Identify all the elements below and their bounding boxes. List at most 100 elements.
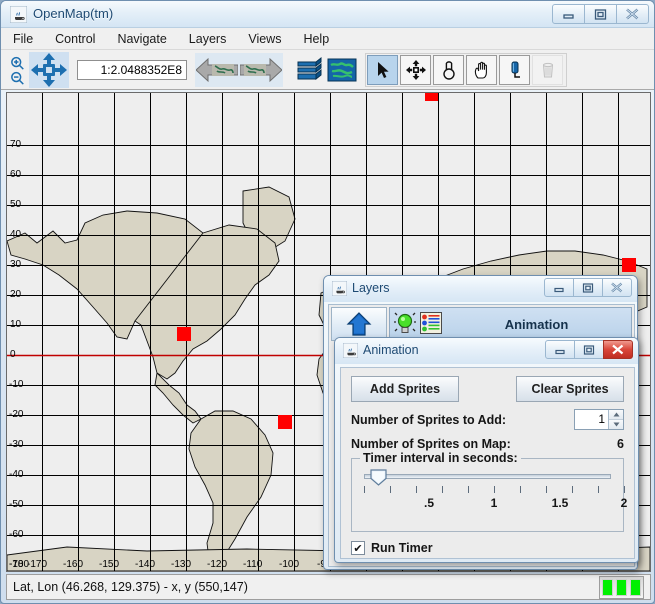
lat-label: 50 [10,199,22,210]
status-light [630,578,641,596]
layers-maximize-button[interactable] [573,278,603,297]
lit-lightbulb-icon[interactable] [394,310,416,339]
slider-label: 1 [490,496,498,510]
navigate-back-icon[interactable] [195,52,239,87]
sprite-marker[interactable] [278,415,292,429]
animation-maximize-button[interactable] [574,340,604,359]
number-to-add-value[interactable]: 1 [575,410,608,429]
menu-views[interactable]: Views [246,31,283,47]
animation-minimize-button[interactable] [545,340,575,359]
window-titlebar[interactable]: OpenMap(tm) [1,1,654,28]
run-timer-label: Run Timer [371,541,433,555]
menu-help[interactable]: Help [301,31,331,47]
animation-dialog-titlebar[interactable]: Animation [335,338,638,364]
animation-close-button[interactable] [603,340,633,359]
slider-track[interactable] [364,474,611,479]
slider-label: 1.5 [551,496,569,510]
layer-name-label: Animation [504,316,569,332]
number-to-add-spinner[interactable]: 1 [574,409,624,430]
lat-label: 70 [10,139,22,150]
pan-directional-pad-icon[interactable] [29,51,69,88]
tool-palette [365,52,567,87]
number-on-map-row: Number of Sprites on Map: 6 [351,437,624,451]
maximize-button[interactable] [584,4,617,24]
add-sprites-button[interactable]: Add Sprites [351,376,459,402]
navigate-forward-icon[interactable] [239,52,283,87]
window-title: OpenMap(tm) [33,6,114,21]
status-bar: Lat, Lon (46.268, 129.375) - x, y (550,1… [6,574,651,600]
spinner-arrows [608,410,623,429]
slider-tick [546,486,547,493]
slider-tick [442,486,443,493]
run-timer-checkbox[interactable]: ✔ [351,541,365,555]
clear-sprites-button[interactable]: Clear Sprites [516,376,624,402]
lat-label: -60 [9,529,24,540]
layer-palette-icon[interactable] [420,311,442,337]
lon-label: -100 [279,559,300,570]
animation-panel: Add Sprites Clear Sprites Number of Spri… [340,367,635,559]
lat-label: -30 [9,439,24,450]
lat-label: -10 [9,379,24,390]
slider-tick [390,486,391,493]
layer-list-item-animation[interactable]: Animation [389,307,632,341]
lon-label: -170 [27,559,48,570]
status-coordinates: Lat, Lon (46.268, 129.375) - x, y (550,1… [13,580,248,594]
pan-tool[interactable] [400,54,431,85]
lat-label: 60 [10,169,22,180]
world-map-icon[interactable] [325,54,359,86]
minimize-button[interactable] [552,4,585,24]
close-button[interactable] [616,4,649,24]
distance-tool[interactable] [433,54,464,85]
lat-label: 30 [10,259,22,270]
layers-minimize-button[interactable] [544,278,574,297]
menu-layers[interactable]: Layers [187,31,229,47]
layers-stack-icon[interactable] [293,54,325,86]
timer-interval-group: Timer interval in seconds: .5 1 1.5 2 [351,451,627,532]
menu-control[interactable]: Control [53,31,97,47]
lat-label: -50 [9,499,24,510]
zoom-in-out-icons [11,56,24,85]
layers-dialog-titlebar[interactable]: Layers [324,276,637,302]
move-layer-up-button[interactable] [331,307,387,341]
slider-tick [416,486,417,493]
scale-input[interactable]: 1:2.0488352E8 [77,59,187,80]
sprite-marker[interactable] [622,258,636,272]
lon-label: -140 [135,559,156,570]
menu-file[interactable]: File [11,31,35,47]
lat-label: 40 [10,229,22,240]
sprite-marker[interactable] [425,93,438,101]
number-on-map-label: Number of Sprites on Map: [351,437,511,451]
lat-label: 0 [10,349,16,360]
blue-up-arrow-icon [346,312,372,336]
spinner-up-icon[interactable] [609,410,623,420]
timer-slider[interactable] [360,469,615,486]
lon-label: -110 [243,559,263,570]
sprite-marker[interactable] [177,327,191,341]
status-light [616,578,627,596]
select-pointer-tool[interactable] [367,54,398,85]
layers-close-button[interactable] [602,278,632,297]
slider-tick [520,486,521,493]
lat-label: -40 [9,469,24,480]
toolbar: 1:2.0488352E8 [1,50,654,90]
slider-tick [494,486,495,493]
java-coffee-icon [9,5,28,24]
grab-hand-tool[interactable] [466,54,497,85]
run-timer-row[interactable]: ✔ Run Timer [351,541,624,555]
spinner-down-icon[interactable] [609,420,623,429]
slider-tick [572,486,573,493]
status-indicator-lights [599,575,644,599]
lon-label: -150 [99,559,120,570]
sprite-buttons-row: Add Sprites Clear Sprites [351,376,624,402]
java-coffee-icon [342,342,359,359]
delete-tool [532,54,563,85]
animation-dialog-title: Animation [363,343,419,357]
number-on-map-value: 6 [617,437,624,451]
lat-label: 10 [10,319,22,330]
lat-label: 20 [10,289,22,300]
slider-thumb[interactable] [370,469,387,486]
menu-navigate[interactable]: Navigate [115,31,168,47]
lon-label: -130 [171,559,192,570]
drawing-tool[interactable] [499,54,530,85]
layers-window-controls [544,278,632,297]
